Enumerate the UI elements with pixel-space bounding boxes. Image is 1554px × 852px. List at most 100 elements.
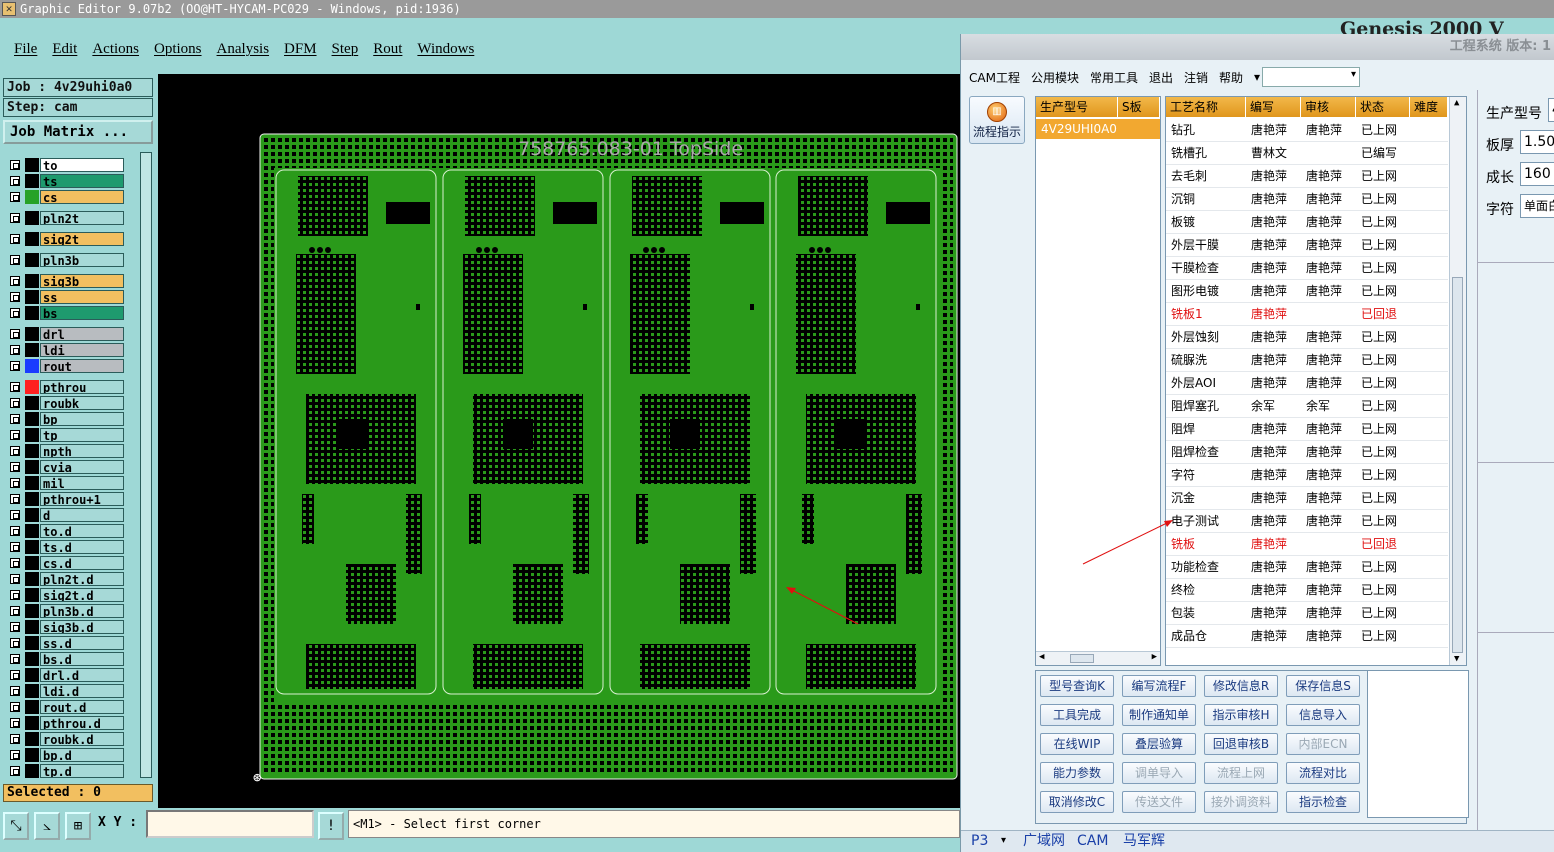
layer-checkbox[interactable] <box>10 558 20 568</box>
model-list-scrollbar[interactable]: ◀ ▶ <box>1036 651 1160 665</box>
action-button[interactable]: 指示检查 <box>1286 791 1360 813</box>
layer-name[interactable]: bs <box>40 306 124 320</box>
s-board-header[interactable]: S板 <box>1118 97 1160 117</box>
action-button[interactable]: 修改信息R <box>1204 675 1278 697</box>
cam-menu-cam-project[interactable]: CAM工程 <box>969 69 1020 86</box>
layer-row[interactable]: rout.d <box>6 700 124 714</box>
layer-color-swatch[interactable] <box>25 572 39 586</box>
layer-row[interactable]: sig3b.d <box>6 620 124 634</box>
table-row[interactable]: 外层蚀刻 唐艳萍 唐艳萍 已上网 <box>1166 326 1448 349</box>
layer-name[interactable]: rout <box>40 359 124 373</box>
layer-color-swatch[interactable] <box>25 174 39 188</box>
table-row[interactable]: 去毛刺 唐艳萍 唐艳萍 已上网 <box>1166 165 1448 188</box>
layer-color-swatch[interactable] <box>25 211 39 225</box>
layer-color-swatch[interactable] <box>25 396 39 410</box>
action-button[interactable]: 指示审核H <box>1204 704 1278 726</box>
col-difficulty[interactable]: 难度 <box>1410 97 1448 117</box>
table-row[interactable]: 字符 唐艳萍 唐艳萍 已上网 <box>1166 464 1448 487</box>
table-row[interactable]: 沉金 唐艳萍 唐艳萍 已上网 <box>1166 487 1448 510</box>
action-button[interactable]: 传送文件 <box>1122 791 1196 813</box>
layer-color-swatch[interactable] <box>25 158 39 172</box>
layer-row[interactable]: bp <box>6 412 124 426</box>
layer-color-swatch[interactable] <box>25 476 39 490</box>
layer-name[interactable]: tp <box>40 428 124 442</box>
job-matrix-button[interactable]: Job Matrix ... <box>3 120 153 144</box>
table-row[interactable]: 阻焊 唐艳萍 唐艳萍 已上网 <box>1166 418 1448 441</box>
layer-row[interactable]: sig2t.d <box>6 588 124 602</box>
menu-dfm[interactable]: DFM <box>284 41 317 58</box>
action-button[interactable]: 取消修改C <box>1040 791 1114 813</box>
layer-name[interactable]: pln2t <box>40 211 124 225</box>
layer-name[interactable]: tp.d <box>40 764 124 778</box>
info-icon[interactable]: ! <box>318 812 344 840</box>
layer-name[interactable]: to.d <box>40 524 124 538</box>
taskbar-cam[interactable]: CAM <box>1077 832 1108 850</box>
layer-color-swatch[interactable] <box>25 636 39 650</box>
layer-row[interactable]: tp <box>6 428 124 442</box>
layer-checkbox[interactable] <box>10 654 20 664</box>
table-row[interactable]: 沉铜 唐艳萍 唐艳萍 已上网 <box>1166 188 1448 211</box>
table-row[interactable]: 阻焊检查 唐艳萍 唐艳萍 已上网 <box>1166 441 1448 464</box>
layer-row[interactable]: pthrou.d <box>6 716 124 730</box>
layer-checkbox[interactable] <box>10 308 20 318</box>
table-row[interactable]: 板镀 唐艳萍 唐艳萍 已上网 <box>1166 211 1448 234</box>
col-author[interactable]: 编写 <box>1246 97 1301 117</box>
layer-color-swatch[interactable] <box>25 492 39 506</box>
layer-name[interactable]: bp <box>40 412 124 426</box>
layer-checkbox[interactable] <box>10 446 20 456</box>
layer-name[interactable]: d <box>40 508 124 522</box>
layer-checkbox[interactable] <box>10 255 20 265</box>
measure-icon[interactable]: ⦣ <box>34 812 60 840</box>
menu-rout[interactable]: Rout <box>373 41 402 58</box>
layer-checkbox[interactable] <box>10 213 20 223</box>
cam-menu-exit[interactable]: 退出 <box>1149 69 1173 86</box>
layer-row[interactable]: npth <box>6 444 124 458</box>
layer-color-swatch[interactable] <box>25 359 39 373</box>
layer-checkbox[interactable] <box>10 160 20 170</box>
action-button[interactable]: 流程对比 <box>1286 762 1360 784</box>
layer-row[interactable]: drl <box>6 327 124 341</box>
layer-row[interactable]: sig2t <box>6 232 124 246</box>
table-row[interactable]: 包装 唐艳萍 唐艳萍 已上网 <box>1166 602 1448 625</box>
scroll-left-icon[interactable]: ◀ <box>1039 652 1044 662</box>
col-process-name[interactable]: 工艺名称 <box>1166 97 1246 117</box>
layer-color-swatch[interactable] <box>25 327 39 341</box>
layer-name[interactable]: pln2t.d <box>40 572 124 586</box>
layer-name[interactable]: to <box>40 158 124 172</box>
snap-grid-icon[interactable]: ⊞ <box>65 812 91 840</box>
layer-color-swatch[interactable] <box>25 428 39 442</box>
layer-checkbox[interactable] <box>10 622 20 632</box>
layer-row[interactable]: to <box>6 158 124 172</box>
field-model-input[interactable]: 4 <box>1548 98 1554 122</box>
layer-checkbox[interactable] <box>10 329 20 339</box>
table-row[interactable]: 外层AOI 唐艳萍 唐艳萍 已上网 <box>1166 372 1448 395</box>
flow-indicator-button[interactable]: ▥ 流程指示 <box>969 96 1025 144</box>
field-length-input[interactable]: 160 <box>1520 162 1554 186</box>
model-header[interactable]: 生产型号 <box>1036 97 1118 117</box>
menu-actions[interactable]: Actions <box>92 41 139 58</box>
layer-name[interactable]: pln3b <box>40 253 124 267</box>
layer-name[interactable]: ldi <box>40 343 124 357</box>
model-row[interactable]: 4V29UHI0A0 <box>1036 119 1160 139</box>
layer-row[interactable]: drl.d <box>6 668 124 682</box>
layer-checkbox[interactable] <box>10 494 20 504</box>
layer-row[interactable]: pln2t <box>6 211 124 225</box>
layer-color-swatch[interactable] <box>25 716 39 730</box>
layer-name[interactable]: cs <box>40 190 124 204</box>
action-button[interactable]: 信息导入 <box>1286 704 1360 726</box>
taskbar-p3[interactable]: P3 <box>971 832 988 850</box>
layer-row[interactable]: roubk <box>6 396 124 410</box>
layer-checkbox[interactable] <box>10 734 20 744</box>
layer-color-swatch[interactable] <box>25 684 39 698</box>
layer-checkbox[interactable] <box>10 574 20 584</box>
layer-row[interactable]: roubk.d <box>6 732 124 746</box>
layer-color-swatch[interactable] <box>25 604 39 618</box>
layer-checkbox[interactable] <box>10 478 20 488</box>
layer-checkbox[interactable] <box>10 718 20 728</box>
layer-checkbox[interactable] <box>10 702 20 712</box>
layer-name[interactable]: sig2t.d <box>40 588 124 602</box>
layer-name[interactable]: ldi.d <box>40 684 124 698</box>
layer-color-swatch[interactable] <box>25 556 39 570</box>
process-table-scrollbar[interactable]: ▲ ▼ <box>1449 97 1466 665</box>
layer-row[interactable]: ss <box>6 290 124 304</box>
